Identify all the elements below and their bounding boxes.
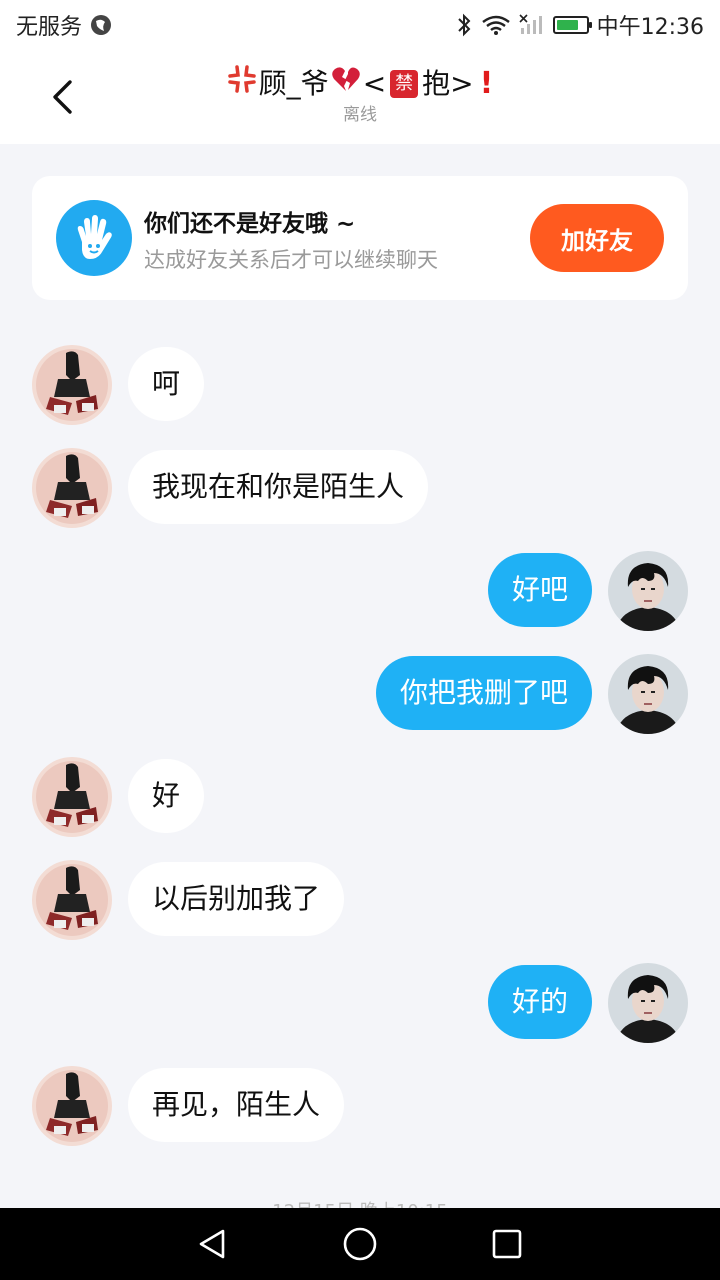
message-row: 再见，陌生人 [0,1066,720,1146]
contact-avatar[interactable] [32,1066,112,1146]
sent-message-bubble[interactable]: 好的 [487,965,592,1039]
battery-icon [552,16,592,34]
my-avatar[interactable] [608,654,688,734]
clock: 中午12:36 [596,15,704,40]
chat-title-area[interactable]: 顾_爷 < 禁 抱> ! 离线 [0,64,720,126]
title-hug: 抱> [422,67,474,100]
received-message-bubble[interactable]: 好 [128,759,205,833]
message-row: 我现在和你是陌生人 [0,448,720,528]
message-row: 以后别加我了 [0,860,720,940]
title-open-bracket: < [362,67,387,100]
contact-avatar[interactable] [32,345,112,425]
nav-home-button[interactable] [330,1214,390,1274]
back-triangle-icon [200,1229,225,1259]
message-row: 你把我删了吧 [0,654,720,734]
notice-title: 你们还不是好友哦 ~ [144,211,356,237]
contact-avatar[interactable] [32,860,112,940]
contact-avatar[interactable] [32,757,112,837]
contact-name: 顾_爷 [258,67,329,100]
broken-heart-icon [331,65,361,103]
system-nav-bar [0,1208,720,1280]
sent-message-bubble[interactable]: 好吧 [487,553,592,627]
my-avatar[interactable] [608,551,688,631]
status-bar: 无服务 中午12:36 [0,0,720,50]
message-row: 好 [0,757,720,837]
bluetooth-icon [455,13,473,37]
anger-emoji-icon [227,64,257,104]
received-message-bubble[interactable]: 再见，陌生人 [128,1068,345,1142]
received-message-bubble[interactable]: 呵 [128,347,205,421]
chat-title: 顾_爷 < 禁 抱> ! [227,64,494,104]
recents-square-icon [492,1229,521,1259]
chat-screen: 无服务 中午12:36 顾_爷 < 禁 抱> ! 离线 你们还不是好友哦 ~ 达… [0,0,720,1280]
home-circle-icon [343,1227,377,1261]
received-message-bubble[interactable]: 我现在和你是陌生人 [128,450,429,524]
online-status: 离线 [343,105,377,125]
wifi-icon [481,14,511,36]
forbidden-badge: 禁 [390,70,419,98]
carrier-label: 无服务 [16,15,83,40]
add-friend-button[interactable]: 加好友 [530,204,664,272]
exclamation-icon: ! [479,66,494,101]
nav-back-button[interactable] [183,1214,243,1274]
notice-subtitle: 达成好友关系后才可以继续聊天 [144,248,438,272]
message-row: 好的 [0,963,720,1043]
chat-header: 顾_爷 < 禁 抱> ! 离线 [0,50,720,144]
message-row: 呵 [0,345,720,425]
not-friends-notice: 你们还不是好友哦 ~ 达成好友关系后才可以继续聊天 加好友 [32,176,688,300]
contact-avatar[interactable] [32,448,112,528]
cellular-icon [519,14,545,36]
wave-hand-icon [56,200,132,276]
received-message-bubble[interactable]: 以后别加我了 [128,862,345,936]
message-row: 好吧 [0,551,720,631]
nav-recents-button[interactable] [477,1214,537,1274]
no-signal-globe-icon [90,14,112,36]
sent-message-bubble[interactable]: 你把我删了吧 [375,656,592,730]
my-avatar[interactable] [608,963,688,1043]
